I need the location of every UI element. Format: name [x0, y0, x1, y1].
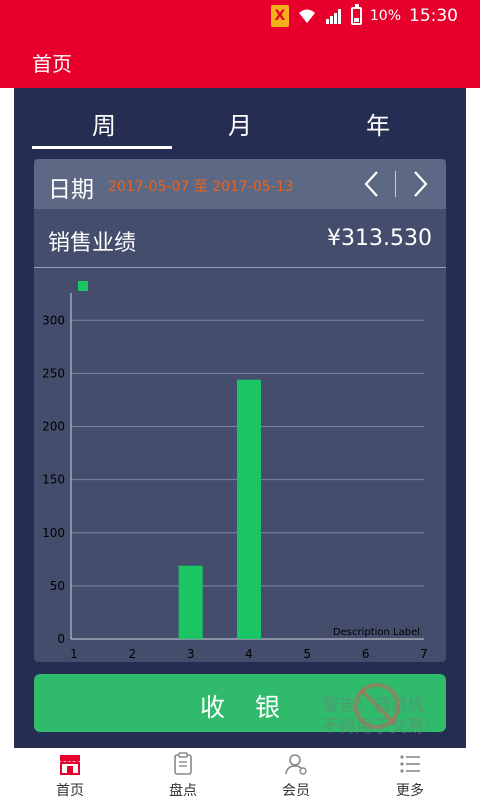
- y-tick-label-150: 150: [42, 473, 65, 487]
- period-tabs: 周 月 年: [14, 88, 466, 149]
- nav-label-member: 会员: [282, 783, 310, 799]
- x-tick-label-7: 7: [420, 647, 428, 661]
- prohibited-icon: [354, 683, 400, 729]
- nav-label-more: 更多: [396, 783, 424, 799]
- x-tick-label-1: 1: [70, 647, 78, 661]
- date-label: 日期: [48, 177, 94, 203]
- battery-percent: 10%: [369, 8, 401, 24]
- y-tick-label-200: 200: [42, 420, 65, 434]
- nav-item-more[interactable]: 更多: [350, 748, 470, 800]
- battery-icon: [350, 4, 362, 25]
- tab-week[interactable]: 周: [74, 106, 134, 141]
- clipboard-icon: [174, 752, 192, 775]
- tab-month[interactable]: 月: [210, 106, 270, 141]
- y-tick-label-100: 100: [42, 526, 65, 540]
- main-content: 周 月 年 日期 2017-05-07 至 2017-05-13 销售业绩 ¥3…: [14, 88, 466, 748]
- y-tick-label-0: 0: [57, 632, 65, 646]
- wifi-icon: [298, 9, 315, 23]
- member-icon: [285, 754, 307, 775]
- sales-label: 销售业绩: [48, 231, 137, 256]
- app-bar: 首页: [0, 32, 480, 88]
- status-icons: X 10% 15:30: [270, 0, 458, 32]
- x-warning-icon: X: [270, 5, 289, 27]
- nav-item-member[interactable]: 会员: [236, 748, 356, 800]
- nav-item-home[interactable]: 首页: [10, 748, 130, 800]
- bar-4: [237, 379, 261, 639]
- nav-item-inventory[interactable]: 盘点: [123, 748, 243, 800]
- x-tick-label-5: 5: [304, 647, 312, 661]
- signal-icon: [325, 9, 341, 24]
- x-tick-label-6: 6: [362, 647, 370, 661]
- y-tick-label-250: 250: [42, 366, 65, 380]
- bar-3: [178, 565, 203, 639]
- nav-divider: [395, 171, 396, 197]
- sales-value: ¥313.530: [327, 226, 432, 251]
- bottom-nav: 首页 盘点 会员 更多: [0, 748, 480, 800]
- nav-label-inventory: 盘点: [169, 783, 197, 799]
- date-range: 2017-05-07 至 2017-05-13: [108, 179, 294, 195]
- x-tick-label-2: 2: [129, 647, 137, 661]
- date-row: 日期 2017-05-07 至 2017-05-13: [34, 159, 446, 209]
- x-tick-label-3: 3: [187, 647, 195, 661]
- y-tick-label-300: 300: [42, 313, 65, 327]
- chevron-left-icon[interactable]: [360, 169, 384, 199]
- chevron-right-icon[interactable]: [408, 169, 432, 199]
- x-tick-label-4: 4: [245, 647, 253, 661]
- clock: 15:30: [409, 6, 458, 26]
- status-bar: X 10% 15:30: [0, 0, 480, 32]
- list-icon: [400, 755, 420, 773]
- page-title: 首页: [32, 52, 72, 76]
- app-root: X 10% 15:30 首页 周 月 年 日期 2017-05-07 至 201…: [0, 0, 480, 800]
- tab-year[interactable]: 年: [348, 106, 408, 141]
- y-tick-label-50: 50: [50, 579, 65, 593]
- shop-icon: [60, 755, 80, 775]
- sales-card: 日期 2017-05-07 至 2017-05-13 销售业绩 ¥313.530…: [34, 159, 446, 662]
- nav-label-home: 首页: [56, 783, 84, 799]
- sales-row: 销售业绩 ¥313.530: [34, 209, 446, 268]
- tab-indicator: [32, 146, 172, 149]
- description-label: Description Label: [333, 627, 420, 638]
- bar-chart-svg: 0 50 100 150 200 250 300 1 2 3 4 5 6 7Description Lab…: [42, 293, 428, 661]
- sales-chart: 0 50 100 150 200 250 300 1 2 3 4 5 6 7 Description Lab…: [34, 269, 446, 662]
